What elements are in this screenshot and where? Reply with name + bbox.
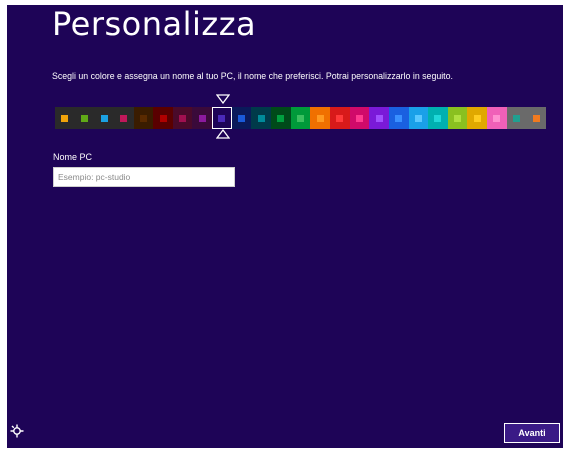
color-swatch[interactable] [329,107,350,129]
color-swatch-chip [277,114,285,122]
color-swatch[interactable] [349,107,370,129]
color-swatch[interactable] [55,107,75,129]
selection-marker-top-icon [216,94,230,104]
color-swatch-chip [238,114,246,122]
color-swatch-chip [473,114,481,122]
color-swatch-chip [316,114,324,122]
color-swatch[interactable] [113,107,134,129]
color-swatch-chip [159,114,167,122]
color-swatch[interactable] [447,107,468,129]
color-swatch[interactable] [153,107,173,129]
intro-text: Scegli un colore e assegna un nome al tu… [52,71,453,81]
color-swatch[interactable] [290,107,311,129]
color-swatch[interactable] [369,107,389,129]
color-swatch-chip [355,114,363,122]
color-swatch-chip [454,114,462,122]
color-swatch-chip [414,114,422,122]
page-title: Personalizza [52,5,257,43]
color-swatch-chip [80,114,88,122]
color-swatch[interactable] [388,107,409,129]
color-swatch-chip [297,114,304,122]
color-swatch-chip [493,114,501,122]
color-swatch-chip [218,114,226,122]
color-swatch[interactable] [526,107,547,129]
next-button[interactable]: Avanti [504,423,560,443]
color-swatch[interactable] [74,107,95,129]
color-swatch[interactable] [506,107,527,129]
color-swatch[interactable] [192,107,213,129]
color-swatch[interactable] [310,107,330,129]
color-swatch-chip [434,114,442,122]
color-palette [55,107,547,129]
color-swatch[interactable] [271,107,291,129]
selection-marker-bottom-icon [216,129,230,139]
color-swatch-chip [61,114,69,122]
color-swatch-chip [120,114,128,122]
color-swatch-chip [198,114,206,122]
color-swatch[interactable] [428,107,448,129]
color-swatch-chip [513,114,521,122]
color-swatch-chip [375,114,383,122]
color-swatch[interactable] [467,107,488,129]
color-swatch-chip [257,114,265,122]
color-swatch[interactable] [94,107,114,129]
color-swatch-chip [395,114,403,122]
color-swatch[interactable] [231,107,252,129]
color-swatch-chip [532,114,540,122]
color-swatch[interactable] [133,107,154,129]
color-swatch-chip [179,114,187,122]
pc-name-input[interactable] [53,167,235,187]
color-swatch-chip [336,114,344,122]
color-swatch[interactable] [212,107,232,129]
color-swatch-chip [139,114,147,122]
pc-name-label: Nome PC [53,152,93,162]
color-swatch[interactable] [408,107,429,129]
color-swatch[interactable] [172,107,193,129]
setup-screen: Personalizza Scegli un colore e assegna … [7,5,563,448]
color-swatch-chip [100,114,108,122]
color-swatch[interactable] [487,107,507,129]
color-swatch[interactable] [251,107,272,129]
ease-of-access-icon[interactable] [9,423,25,439]
